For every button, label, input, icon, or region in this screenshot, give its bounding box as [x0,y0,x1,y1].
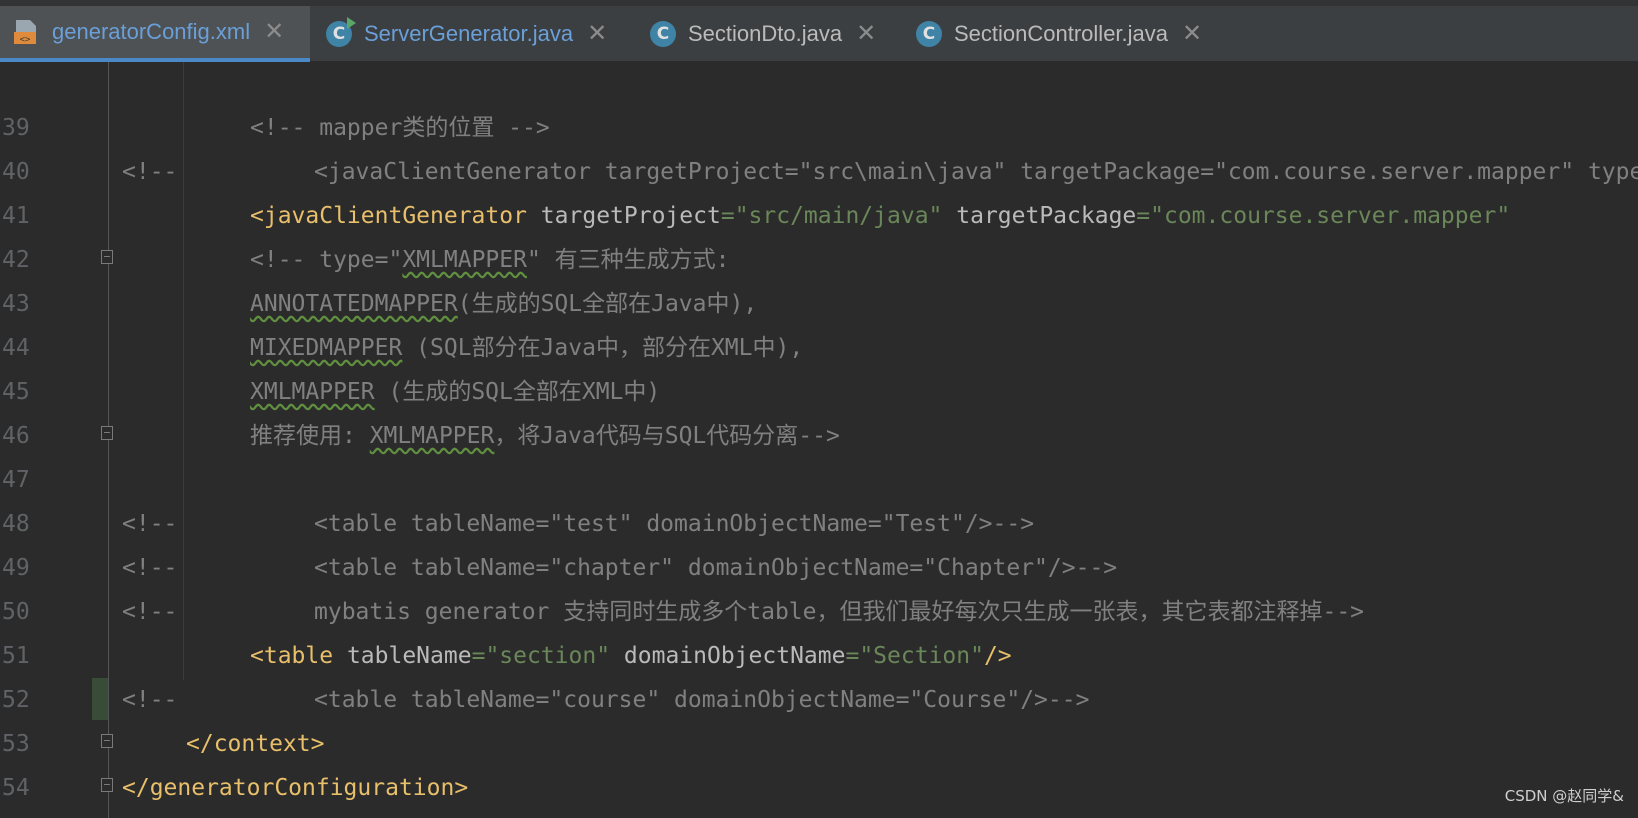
xml-file-icon: <> [12,18,40,46]
xml-comment: <!-- type="XMLMAPPER" 有三种生成方式: [250,247,730,273]
code-line[interactable]: 53 <!-- <table tableName="course" domain… [0,678,1638,757]
code-line[interactable]: 51 <!-- mybatis generator 支持同时生成多个table，… [0,590,1638,669]
tab-server-generator[interactable]: C ServerGenerator.java ✕ [326,6,626,62]
xml-attribute: targetProject [526,203,721,229]
xml-comment: MIXEDMAPPER (SQL部分在Java中，部分在XML中), [250,335,804,361]
code-line[interactable]: 47 推荐使用: XMLMAPPER，将Java代码与SQL代码分离--> [0,414,1638,493]
close-icon[interactable]: ✕ [264,20,284,44]
tab-label: ServerGenerator.java [364,21,574,46]
xml-equals: = [720,203,735,229]
code-line[interactable]: 39 [0,62,1638,141]
code-line[interactable]: 44 ANNOTATEDMAPPER(生成的SQL全部在Java中), [0,282,1638,361]
tab-label: SectionDto.java [688,21,843,46]
xml-value: "com.course.server.mapper" [1150,203,1511,229]
fold-icon[interactable] [101,778,113,792]
fold-icon[interactable] [101,426,113,440]
tab-section-controller[interactable]: C SectionController.java ✕ [916,6,1236,62]
xml-element: <table tableName="section" domainObjectN… [250,634,1012,678]
xml-comment: XMLMAPPER (生成的SQL全部在XML中) [250,379,661,405]
java-class-icon: C [916,21,942,47]
code-line[interactable]: 40 <!-- mapper类的位置 --> [0,106,1638,185]
tab-label: SectionController.java [954,21,1169,46]
code-editor[interactable]: 39 40 <!-- mapper类的位置 --> 41 <!-- <javaC… [0,62,1638,818]
watermark: CSDN @赵同学& [1504,787,1624,805]
xml-comment: ANNOTATEDMAPPER(生成的SQL全部在Java中), [250,291,758,317]
fold-icon[interactable] [101,734,113,748]
code-line[interactable]: 52 <table tableName="section" domainObje… [0,634,1638,713]
comment-open: <!-- [122,687,178,713]
close-icon[interactable]: ✕ [1182,22,1202,46]
xml-value: "src/main/java" [734,203,943,229]
xml-comment: <table tableName="chapter" domainObjectN… [314,555,1118,581]
code-line[interactable]: 49 <!-- <table tableName="test" domainOb… [0,502,1638,581]
xml-comment: <!-- mapper类的位置 --> [250,115,550,141]
code-line[interactable]: 43 <!-- type="XMLMAPPER" 有三种生成方式: [0,238,1638,317]
xml-tag: </generatorConfiguration> [122,775,469,801]
tab-section-dto[interactable]: C SectionDto.java ✕ [650,6,900,62]
xml-comment: mybatis generator 支持同时生成多个table，但我们最好每次只… [314,599,1365,625]
xml-equals: = [1136,203,1151,229]
code-line[interactable]: 45 MIXEDMAPPER (SQL部分在Java中，部分在XML中), [0,326,1638,405]
svg-text:<>: <> [20,35,31,45]
editor-tab-bar: <> generatorConfig.xml ✕ C ServerGenerat… [0,0,1638,62]
xml-tag: <javaClientGenerator [250,203,527,229]
xml-value: "Section" [859,643,984,669]
xml-element: <javaClientGenerator targetProject="src/… [250,194,1510,238]
xml-comment: <table tableName="test" domainObjectName… [314,511,1035,537]
comment-open: <!-- [122,599,178,625]
xml-tag: <table [250,643,334,669]
java-class-icon: C [650,21,676,47]
code-line[interactable]: 42 <javaClientGenerator targetProject="s… [0,194,1638,273]
xml-comment: <table tableName="course" domainObjectNa… [314,687,1090,713]
code-line[interactable]: 50 <!-- <table tableName="chapter" domai… [0,546,1638,625]
xml-tag-close: /> [983,643,1012,669]
code-line[interactable]: 48 [0,458,1638,537]
xml-attribute: targetPackage [942,203,1137,229]
code-line[interactable]: 55 </generatorConfiguration> [0,766,1638,810]
java-class-run-icon: C [326,17,356,47]
close-icon[interactable]: ✕ [587,22,607,46]
ide-window: <> generatorConfig.xml ✕ C ServerGenerat… [0,0,1638,818]
xml-equals: = [471,643,486,669]
xml-equals: = [845,643,860,669]
fold-icon[interactable] [101,250,113,264]
comment-open: <!-- [122,159,178,185]
tab-label: generatorConfig.xml [52,19,251,44]
xml-attribute: domainObjectName [610,643,846,669]
xml-comment: 推荐使用: XMLMAPPER，将Java代码与SQL代码分离--> [250,423,840,449]
tab-generator-config[interactable]: <> generatorConfig.xml ✕ [0,6,310,62]
comment-open: <!-- [122,511,178,537]
code-line[interactable]: 54 </context> [0,722,1638,801]
comment-open: <!-- [122,555,178,581]
xml-comment: <javaClientGenerator targetProject="src\… [314,159,1638,185]
close-icon[interactable]: ✕ [856,22,876,46]
code-line[interactable]: 46 XMLMAPPER (生成的SQL全部在XML中) [0,370,1638,449]
xml-tag: </context> [186,731,325,757]
xml-value: "section" [485,643,611,669]
xml-attribute: tableName [333,643,472,669]
line-number: 55 [0,810,42,818]
code-line[interactable]: 41 <!-- <javaClientGenerator targetProje… [0,150,1638,229]
